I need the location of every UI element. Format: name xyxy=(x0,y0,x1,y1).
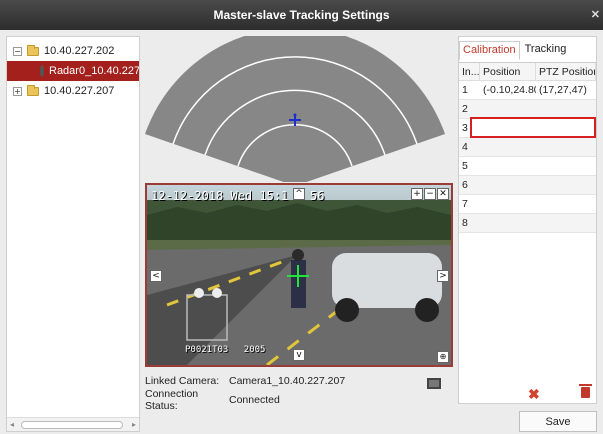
row-index: 8 xyxy=(462,217,468,229)
view-toggle-icon[interactable] xyxy=(427,378,441,389)
camera-preview[interactable]: 12-12-2018 Wed 15:1 56 P0021T03 2005 ^ v… xyxy=(145,183,453,367)
calibration-point xyxy=(293,113,297,117)
zoom-out-button[interactable]: − xyxy=(424,188,436,200)
osd-datetime: 12-12-2018 Wed 15:1 xyxy=(151,189,289,203)
row-position xyxy=(480,157,536,175)
column-ptz-position[interactable]: PTZ Position xyxy=(536,63,596,80)
trash-icon[interactable] xyxy=(579,384,592,398)
linked-camera-label: Linked Camera: xyxy=(145,374,220,387)
save-button[interactable]: Save xyxy=(519,411,597,432)
row-position xyxy=(480,176,536,194)
expand-icon[interactable]: + xyxy=(13,86,22,96)
calibration-table: In... Position PTZ Position 1 (-0.10,24.8… xyxy=(459,62,596,233)
osd-seconds: 56 xyxy=(310,189,325,203)
close-icon[interactable]: ✕ xyxy=(591,8,600,21)
delete-icon[interactable]: ✖ xyxy=(528,386,540,403)
table-row[interactable]: 6 xyxy=(459,176,596,195)
row-ptz-position xyxy=(536,100,596,118)
row-ptz-position xyxy=(536,138,596,156)
folder-icon xyxy=(27,84,39,96)
folder-icon xyxy=(27,44,39,56)
linked-camera-value: Camera1_10.40.227.207 xyxy=(229,374,346,387)
ptz-down-button[interactable]: v xyxy=(293,349,305,361)
window-title: Master-slave Tracking Settings xyxy=(213,8,390,22)
column-index[interactable]: In... xyxy=(459,63,480,80)
table-row[interactable]: 1 (-0.10,24.80)(17,27,47) xyxy=(459,81,596,100)
row-index: 1 xyxy=(462,84,468,96)
horizontal-scrollbar[interactable]: ◂ ▸ xyxy=(7,417,139,431)
row-ptz-position xyxy=(536,195,596,213)
tree-item-device-1[interactable]: − 10.40.227.202 xyxy=(7,41,139,61)
connection-status-label: Connection Status: xyxy=(145,387,199,412)
table-row[interactable]: 8 xyxy=(459,214,596,233)
row-index: 2 xyxy=(462,103,468,115)
scroll-left-icon[interactable]: ◂ xyxy=(10,420,14,429)
tree-item-label: 10.40.227.202 xyxy=(44,45,115,57)
table-header: In... Position PTZ Position xyxy=(459,63,596,81)
row-index: 6 xyxy=(462,179,468,191)
table-row[interactable]: 7 xyxy=(459,195,596,214)
radar-sector[interactable] xyxy=(141,27,453,186)
highlighted-row-marker xyxy=(470,117,596,138)
scroll-thumb[interactable] xyxy=(21,421,123,429)
row-index: 7 xyxy=(462,198,468,210)
radar-fan xyxy=(145,27,445,186)
tree-item-radar[interactable]: Radar0_10.40.227.2 xyxy=(7,61,139,81)
close-preview-button[interactable]: ✕ xyxy=(437,188,449,200)
column-position[interactable]: Position xyxy=(480,63,536,80)
radar-view[interactable] xyxy=(141,27,453,186)
scroll-right-icon[interactable]: ▸ xyxy=(132,420,136,429)
table-row[interactable]: 4 xyxy=(459,138,596,157)
calibration-panel: Calibration Tracking In... Position PTZ … xyxy=(458,36,597,404)
row-position xyxy=(480,138,536,156)
device-tree: − 10.40.227.202 Radar0_10.40.227.2 + 10.… xyxy=(6,36,140,432)
ptz-left-button[interactable]: < xyxy=(150,270,162,282)
zoom-in-button[interactable]: + xyxy=(411,188,423,200)
camera-scene xyxy=(147,185,451,365)
row-position: (-0.10,24.80) xyxy=(483,84,536,96)
table-row[interactable]: 5 xyxy=(459,157,596,176)
row-ptz-position xyxy=(536,157,596,175)
row-position xyxy=(480,214,536,232)
ptz-up-button[interactable]: ^ xyxy=(293,188,305,200)
title-bar: Master-slave Tracking Settings ✕ xyxy=(0,0,603,30)
camera-info: Linked Camera: Camera1_10.40.227.207 Con… xyxy=(145,371,455,412)
connection-status-value: Connected xyxy=(229,393,280,406)
tab-calibration[interactable]: Calibration xyxy=(459,41,520,60)
tree-item-label: 10.40.227.207 xyxy=(44,85,115,97)
row-position xyxy=(480,195,536,213)
tab-tracking[interactable]: Tracking xyxy=(522,41,570,60)
fullscreen-icon[interactable]: ⊕ xyxy=(437,351,449,363)
radar-icon xyxy=(40,65,44,77)
tab-bar: Calibration Tracking xyxy=(459,41,569,60)
row-ptz-position xyxy=(536,214,596,232)
row-ptz-position: (17,27,47) xyxy=(539,84,587,96)
tree-item-device-2[interactable]: + 10.40.227.207 xyxy=(7,81,139,101)
row-ptz-position xyxy=(536,176,596,194)
row-index: 5 xyxy=(462,160,468,172)
collapse-icon[interactable]: − xyxy=(13,46,22,56)
osd-channel: P0021T03 xyxy=(185,345,229,355)
osd-channel-2: 2005 xyxy=(243,345,266,355)
ptz-right-button[interactable]: > xyxy=(437,270,449,282)
tree-item-label: Radar0_10.40.227.2 xyxy=(49,65,139,77)
row-index: 4 xyxy=(462,141,468,153)
row-position xyxy=(480,100,536,118)
